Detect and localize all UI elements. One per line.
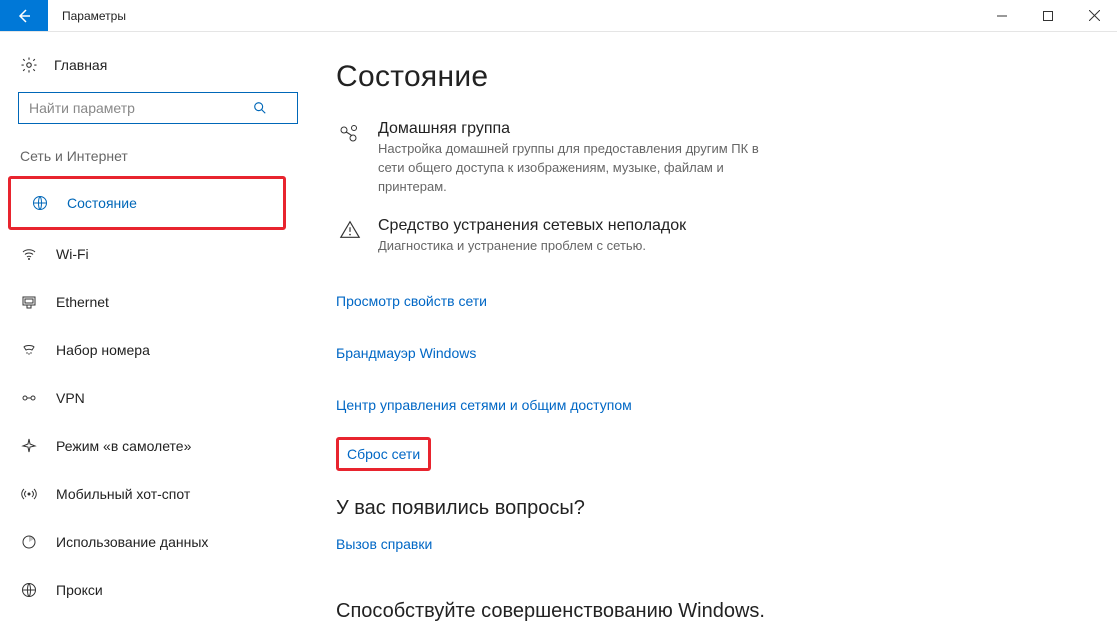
hotspot-icon [20, 486, 38, 502]
sidebar-item-airplane[interactable]: Режим «в самолете» [0, 422, 320, 470]
home-label: Главная [54, 57, 107, 73]
sidebar-item-wifi[interactable]: Wi-Fi [0, 230, 320, 278]
maximize-button[interactable] [1025, 0, 1071, 31]
close-icon [1089, 10, 1100, 21]
airplane-icon [20, 438, 38, 454]
link-network-center[interactable]: Центр управления сетями и общим доступом [336, 397, 632, 413]
homegroup-icon [336, 120, 364, 197]
sidebar-item-hotspot[interactable]: Мобильный хот-спот [0, 470, 320, 518]
sidebar-item-label: Ethernet [56, 294, 109, 310]
home-nav[interactable]: Главная [0, 48, 320, 82]
close-button[interactable] [1071, 0, 1117, 31]
search-input[interactable]: Найти параметр [18, 92, 298, 124]
sidebar-item-label: Прокси [56, 582, 103, 598]
homegroup-desc: Настройка домашней группы для предоставл… [378, 140, 778, 197]
sidebar-item-label: Набор номера [56, 342, 150, 358]
sidebar-item-proxy[interactable]: Прокси [0, 566, 320, 614]
link-firewall[interactable]: Брандмауэр Windows [336, 345, 476, 361]
sidebar-item-datausage[interactable]: Использование данных [0, 518, 320, 566]
search-placeholder: Найти параметр [29, 100, 135, 116]
minimize-icon [997, 11, 1007, 21]
sidebar-section-label: Сеть и Интернет [0, 142, 320, 176]
maximize-icon [1043, 11, 1053, 21]
sidebar-item-label: Режим «в самолете» [56, 438, 191, 454]
sidebar-item-ethernet[interactable]: Ethernet [0, 278, 320, 326]
sidebar-item-dialup[interactable]: Набор номера [0, 326, 320, 374]
page-heading: Состояние [336, 60, 1087, 94]
main-content: Состояние Домашняя группа Настройка дома… [320, 32, 1117, 622]
sidebar-item-label: Wi-Fi [56, 246, 89, 262]
sidebar: Главная Найти параметр Сеть и Интернет С… [0, 32, 320, 622]
troubleshoot-block[interactable]: Средство устранения сетевых неполадок Ди… [336, 217, 1087, 256]
sidebar-item-label: Использование данных [56, 534, 208, 550]
improve-heading: Способствуйте совершенствованию Windows. [336, 600, 1087, 622]
sidebar-item-label: Состояние [67, 195, 137, 211]
arrow-left-icon [16, 8, 32, 24]
homegroup-title: Домашняя группа [378, 120, 778, 138]
troubleshoot-desc: Диагностика и устранение проблем с сетью… [378, 237, 686, 256]
link-network-properties[interactable]: Просмотр свойств сети [336, 293, 487, 309]
sidebar-item-status[interactable]: Состояние [11, 179, 283, 227]
homegroup-block[interactable]: Домашняя группа Настройка домашней групп… [336, 120, 1087, 197]
wifi-icon [20, 246, 38, 262]
dialup-icon [20, 342, 38, 358]
back-button[interactable] [0, 0, 48, 31]
troubleshoot-title: Средство устранения сетевых неполадок [378, 217, 686, 235]
globe-icon [31, 195, 49, 211]
proxy-icon [20, 582, 38, 598]
sidebar-item-label: Мобильный хот-спот [56, 486, 190, 502]
sidebar-item-vpn[interactable]: VPN [0, 374, 320, 422]
vpn-icon [20, 390, 38, 406]
window-title: Параметры [48, 0, 126, 31]
ethernet-icon [20, 294, 38, 310]
questions-heading: У вас появились вопросы? [336, 497, 1087, 520]
data-usage-icon [20, 534, 38, 550]
link-network-reset[interactable]: Сброс сети [347, 446, 420, 462]
link-help[interactable]: Вызов справки [336, 536, 432, 552]
search-icon [253, 101, 267, 115]
sidebar-item-label: VPN [56, 390, 85, 406]
gear-icon [20, 56, 38, 74]
warning-icon [336, 217, 364, 256]
minimize-button[interactable] [979, 0, 1025, 31]
